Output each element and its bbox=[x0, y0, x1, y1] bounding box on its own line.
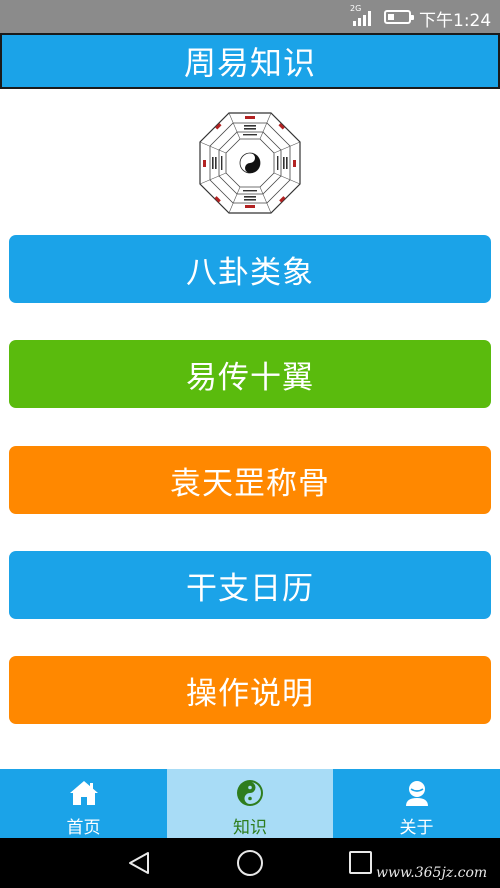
recent-apps-icon[interactable] bbox=[349, 851, 372, 874]
ganzhi-calendar-button[interactable]: 干支日历 bbox=[9, 551, 491, 619]
status-bar: 2G 下午1:24 bbox=[0, 0, 500, 33]
nav-home-label: 首页 bbox=[66, 818, 101, 838]
nav-about[interactable]: 关于 bbox=[333, 769, 500, 838]
signal-icon bbox=[351, 10, 373, 26]
nav-home[interactable]: 首页 bbox=[0, 769, 167, 838]
bagua-imagery-button[interactable]: 八卦类象 bbox=[9, 235, 491, 303]
instructions-button[interactable]: 操作说明 bbox=[9, 656, 491, 724]
user-icon bbox=[402, 779, 432, 807]
yin-yang-icon bbox=[235, 779, 265, 807]
home-circle-icon[interactable] bbox=[237, 850, 263, 876]
clock: 下午1:24 bbox=[419, 11, 492, 31]
yuan-tiangang-bone-weight-button[interactable]: 袁天罡称骨 bbox=[9, 446, 491, 514]
home-icon bbox=[69, 779, 99, 807]
yizhuan-ten-wings-button[interactable]: 易传十翼 bbox=[9, 340, 491, 408]
system-nav-bar: www.365jz.com bbox=[0, 838, 500, 888]
nav-knowledge-label: 知识 bbox=[233, 818, 267, 838]
title-bar: 周易知识 bbox=[0, 33, 500, 89]
page-title: 周易知识 bbox=[183, 44, 316, 82]
bagua-diagram-icon bbox=[199, 112, 301, 214]
battery-icon bbox=[384, 10, 414, 24]
back-icon[interactable] bbox=[128, 851, 150, 875]
nav-knowledge[interactable]: 知识 bbox=[167, 769, 333, 838]
watermark: www.365jz.com bbox=[376, 865, 488, 881]
bottom-nav: 首页 知识 关于 bbox=[0, 769, 500, 838]
nav-about-label: 关于 bbox=[399, 818, 434, 838]
